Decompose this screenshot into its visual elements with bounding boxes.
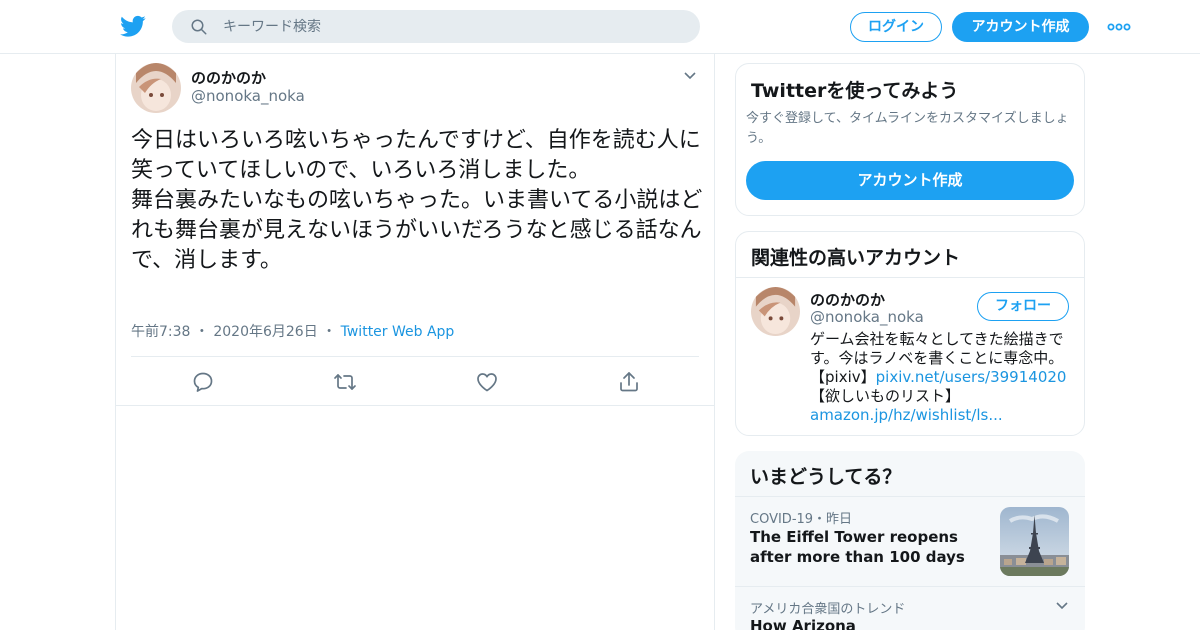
related-accounts-title: 関連性の高いアカウント bbox=[751, 247, 961, 269]
chevron-down-icon[interactable] bbox=[1055, 599, 1069, 613]
divider bbox=[735, 496, 1085, 497]
signup-button[interactable]: アカウント作成 bbox=[952, 12, 1089, 42]
tweet-actions bbox=[116, 366, 714, 406]
related-accounts-card: 関連性の高いアカウント ののかのか @nonoka_noka フォロー ゲーム会… bbox=[735, 231, 1085, 436]
search-input[interactable]: キーワード検索 bbox=[223, 18, 321, 36]
trends-title: いまどうしてる？ bbox=[750, 466, 902, 488]
retweet-icon[interactable] bbox=[333, 370, 357, 394]
tweet-text: 今日はいろいろ呟いちゃったんですけど、自作を読む人に笑っていてほしいので、いろい… bbox=[131, 126, 703, 276]
tweet-meta: 午前7:38 ・ 2020年6月26日 ・ Twitter Web App bbox=[131, 321, 454, 341]
related-account-handle[interactable]: @nonoka_noka bbox=[810, 308, 924, 326]
signup-card: Twitterを使ってみよう 今すぐ登録して、タイムラインをカスタマイズしましょ… bbox=[735, 63, 1085, 216]
login-button[interactable]: ログイン bbox=[850, 12, 942, 42]
tweet-column: ののかのか @nonoka_noka 今日はいろいろ呟いちゃったんですけど、自作… bbox=[115, 54, 715, 630]
related-account-bio: ゲーム会社を転々としてきた絵描きです。今はラノベを書くことに専念中。【pixiv… bbox=[810, 330, 1072, 425]
separator: ・ bbox=[190, 324, 214, 340]
reply-icon[interactable] bbox=[191, 370, 215, 394]
signup-card-subtitle: 今すぐ登録して、タイムラインをカスタマイズしましょう。 bbox=[746, 111, 1069, 146]
avatar[interactable] bbox=[751, 287, 800, 336]
trends-card: いまどうしてる？ COVID-19・昨日 The Eiffel Tower re… bbox=[735, 451, 1085, 630]
divider bbox=[735, 586, 1085, 587]
related-account-name[interactable]: ののかのか bbox=[810, 289, 885, 310]
chevron-down-icon[interactable] bbox=[683, 69, 697, 83]
like-icon[interactable] bbox=[475, 370, 499, 394]
tweet-source[interactable]: Twitter Web App bbox=[341, 324, 455, 340]
top-bar: キーワード検索 ログイン アカウント作成 bbox=[0, 0, 1200, 54]
twitter-bird-icon[interactable] bbox=[120, 13, 146, 39]
trend-headline[interactable]: The Eiffel Tower reopens after more than… bbox=[750, 527, 995, 567]
separator: ・ bbox=[317, 324, 341, 340]
tweet-text-line: 舞台裏みたいなもの呟いちゃった。いま書いてる小説はどれも舞台裏が見えないほうがい… bbox=[131, 188, 703, 273]
bio-link-amazon[interactable]: amazon.jp/hz/wishlist/ls... bbox=[810, 406, 1003, 424]
trend-context: COVID-19・昨日 bbox=[750, 512, 853, 527]
divider bbox=[131, 356, 699, 357]
tweet-time[interactable]: 午前7:38 bbox=[131, 324, 190, 340]
search-icon bbox=[191, 19, 207, 35]
signup-card-title: Twitterを使ってみよう bbox=[751, 80, 959, 102]
divider bbox=[736, 277, 1084, 278]
tweet-date[interactable]: 2020年6月26日 bbox=[213, 324, 317, 340]
tweet-author-name[interactable]: ののかのか bbox=[191, 67, 266, 88]
tweet-text-line: 今日はいろいろ呟いちゃったんですけど、自作を読む人に笑っていてほしいので、いろい… bbox=[131, 128, 701, 183]
share-icon[interactable] bbox=[617, 370, 641, 394]
bio-text: 【欲しいものリスト】 bbox=[810, 387, 961, 405]
bio-link-pixiv[interactable]: pixiv.net/users/39914020 bbox=[876, 368, 1067, 386]
divider bbox=[116, 405, 714, 406]
more-icon[interactable] bbox=[1107, 18, 1131, 36]
avatar[interactable] bbox=[131, 63, 181, 113]
search-bar[interactable]: キーワード検索 bbox=[172, 10, 700, 43]
signup-card-button[interactable]: アカウント作成 bbox=[746, 161, 1074, 200]
trend-thumbnail[interactable] bbox=[1000, 507, 1069, 576]
trend-context: アメリカ合衆国のトレンド bbox=[750, 602, 906, 617]
trend-headline[interactable]: How Arizona bbox=[750, 617, 856, 630]
tweet-author-handle[interactable]: @nonoka_noka bbox=[191, 87, 305, 105]
follow-button[interactable]: フォロー bbox=[977, 292, 1069, 321]
